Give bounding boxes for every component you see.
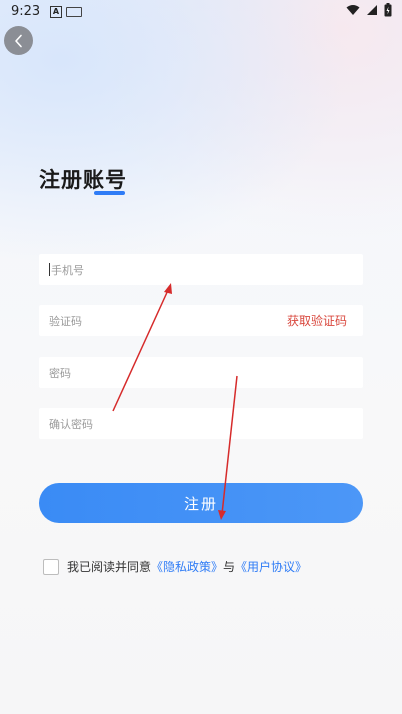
register-button[interactable]: 注册 (39, 483, 363, 523)
phone-placeholder: 手机号 (51, 263, 84, 277)
password-field[interactable]: 密码 (39, 357, 363, 388)
agreement-prefix: 我已阅读并同意 (67, 560, 152, 574)
text-caret (49, 263, 50, 276)
status-bar: 9:23 A (0, 0, 402, 24)
password-placeholder: 密码 (49, 366, 71, 380)
user-agreement-link[interactable]: 《用户协议》 (235, 558, 307, 575)
title-underline (94, 191, 125, 195)
signal-icon (367, 5, 377, 15)
get-code-button[interactable]: 获取验证码 (287, 312, 347, 329)
confirm-password-field[interactable]: 确认密码 (39, 408, 363, 439)
status-a-badge: A (50, 6, 62, 18)
chevron-left-icon (14, 34, 22, 47)
keyboard-icon (66, 7, 82, 17)
wifi-icon (346, 5, 360, 15)
privacy-policy-link[interactable]: 《隐私政策》 (151, 558, 223, 575)
code-placeholder: 验证码 (49, 314, 82, 328)
agree-checkbox[interactable] (43, 558, 59, 575)
agreement-row: 我已阅读并同意 《隐私政策》 与 《用户协议》 (43, 558, 307, 575)
phone-field[interactable]: 手机号 (39, 254, 363, 285)
annotation-arrow-up (112, 283, 172, 412)
page-title: 注册账号 (39, 168, 127, 192)
confirm-placeholder: 确认密码 (49, 417, 93, 431)
agreement-conjunction: 与 (223, 560, 236, 574)
status-time: 9:23 (11, 4, 41, 19)
verification-code-field[interactable]: 验证码 获取验证码 (39, 305, 363, 336)
status-icons (346, 3, 392, 17)
back-button[interactable] (4, 26, 33, 55)
battery-icon (384, 3, 392, 17)
